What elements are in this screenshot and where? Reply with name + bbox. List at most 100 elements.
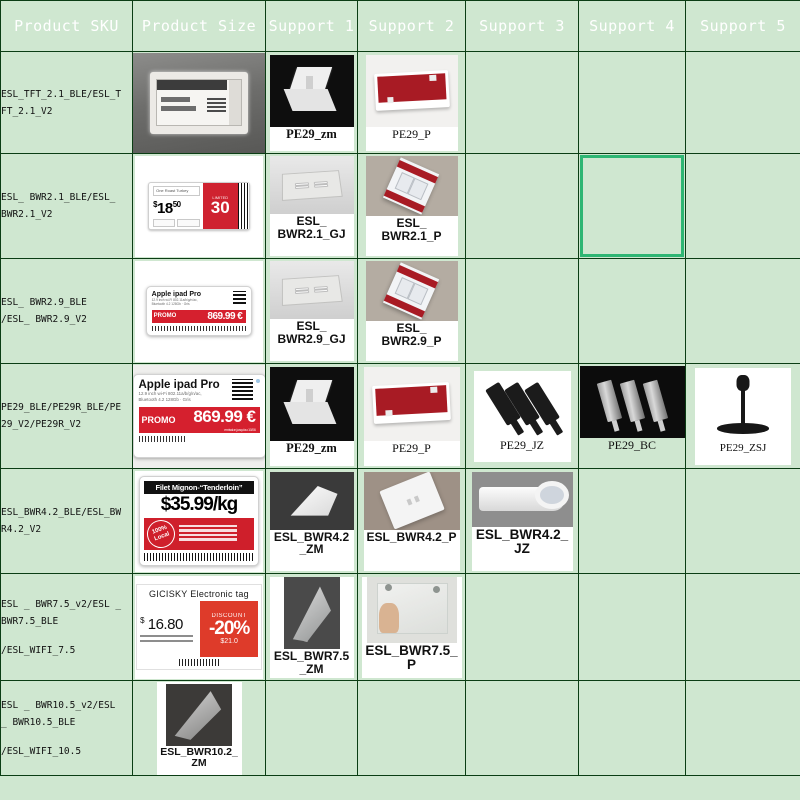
cell-support-3[interactable] [465, 680, 579, 776]
cell-support-1[interactable]: ESL_BWR4.2_ZM [265, 468, 358, 574]
gicisky-electronic-tag-photo: GICISKY Electronic tag $ 16.80 DISCOUNT … [135, 575, 263, 679]
support-caption: PE29_zm [286, 126, 337, 141]
cell-product-size[interactable] [132, 51, 266, 154]
cell-support-1[interactable]: ESL_BWR7.5_ZM [265, 573, 358, 681]
cell-support-4[interactable] [578, 680, 686, 776]
column-header-product-size[interactable]: Product Size [132, 0, 266, 52]
column-header-support-5[interactable]: Support 5 [685, 0, 800, 52]
esl-price-label-1850-photo: One Roast Turkey Breast $1850 LIMITED 30 [135, 155, 263, 257]
filet-mignon-label-photo: Filet Mignon-“Tenderloin” $35.99/kg 100%… [135, 470, 263, 572]
label-discount: 30 [210, 198, 230, 218]
support-caption: PE29_JZ [499, 437, 544, 452]
cell-product-sku[interactable]: ESL _ BWR10.5_v2/ESL _ BWR10.5_BLE /ESL_… [0, 680, 133, 776]
cell-support-5[interactable]: PE29_ZSJ [685, 363, 800, 469]
cell-support-3[interactable] [465, 51, 579, 154]
sku-blank-line [2, 630, 132, 642]
spreadsheet-sheet: Product SKU Product Size Support 1 Suppo… [0, 0, 800, 800]
column-header-product-sku[interactable]: Product SKU [0, 0, 133, 52]
label-cents: 50 [172, 199, 181, 209]
sku-line: BWR2.1_V2 [1, 209, 53, 220]
cell-support-2[interactable]: ESL_ BWR2.9_P [357, 258, 466, 364]
pe29-zm-photo [269, 54, 354, 127]
esl-bwr75-p-photo [366, 576, 457, 643]
table-row: ESL _ BWR7.5_v2/ESL _ BWR7.5_BLE /ESL_WI… [0, 573, 800, 681]
cell-product-size[interactable]: Filet Mignon-“Tenderloin” $35.99/kg 100%… [132, 468, 266, 574]
cell-product-sku[interactable]: ESL _ BWR7.5_v2/ESL _ BWR7.5_BLE /ESL_WI… [0, 573, 133, 681]
esl-bwr42-jz-photo [471, 471, 573, 527]
cell-support-2[interactable]: ESL_BWR4.2_P [357, 468, 466, 574]
column-header-support-1[interactable]: Support 1 [265, 0, 358, 52]
column-header-support-4[interactable]: Support 4 [578, 0, 686, 52]
support-caption: PE29_P [392, 126, 431, 141]
sku-line: ESL _ BWR7.5_v2/ESL _ [1, 598, 122, 610]
cell-support-3[interactable]: ESL_BWR4.2_JZ [465, 468, 579, 574]
cell-support-3[interactable] [465, 258, 579, 364]
cell-support-4[interactable] [578, 573, 686, 681]
cell-support-5[interactable] [685, 468, 800, 574]
cell-product-sku[interactable]: ESL_ BWR2.9_BLE /ESL_ BWR2.9_V2 [0, 258, 133, 364]
cell-support-4[interactable]: PE29_BC [578, 363, 686, 469]
sku-line: ESL_TFT_2.1_BLE/ESL_T [1, 88, 122, 100]
cell-product-size[interactable]: GICISKY Electronic tag $ 16.80 DISCOUNT … [132, 573, 266, 681]
cell-support-4[interactable] [578, 51, 686, 154]
esl-bwr42-p-photo [363, 471, 460, 530]
cell-support-5[interactable] [685, 573, 800, 681]
cell-support-3[interactable] [465, 153, 579, 259]
sku-line: /ESL_WIFI_10.5 [1, 745, 82, 757]
cell-product-sku[interactable]: ESL_TFT_2.1_BLE/ESL_T FT_2.1_V2 [0, 51, 133, 154]
column-header-support-2[interactable]: Support 2 [357, 0, 466, 52]
label-price: 869.99 € [207, 310, 243, 322]
cell-support-4[interactable] [578, 258, 686, 364]
cell-support-1[interactable]: PE29_zm [265, 363, 358, 469]
table-row: ESL_TFT_2.1_BLE/ESL_T FT_2.1_V2 PE29_zm … [0, 51, 800, 154]
sku-line: PE29_BLE/PE29R_BLE/PE [1, 402, 122, 413]
cell-product-sku[interactable]: ESL_BWR4.2_BLE/ESL_BW R4.2_V2 [0, 468, 133, 574]
sku-line: BWR7.5_BLE [1, 615, 59, 627]
apple-ipad-pro-label-large-photo: Apple ipad Pro 12.9 inch wi‑Fi 802.11a/b… [133, 364, 265, 468]
cell-support-3[interactable]: PE29_JZ [465, 363, 579, 469]
cell-product-sku[interactable]: PE29_BLE/PE29R_BLE/PE 29_V2/PE29R_V2 [0, 363, 133, 469]
cell-product-size[interactable]: One Roast Turkey Breast $1850 LIMITED 30 [132, 153, 266, 259]
cell-support-2[interactable]: PE29_P [357, 51, 466, 154]
pe29-zm-photo [269, 366, 354, 441]
esl-bwr21-p-photo [365, 156, 458, 216]
cell-support-5[interactable] [685, 51, 800, 154]
label-price: $35.99/kg [160, 493, 239, 515]
cell-support-1[interactable]: ESL_ BWR2.9_GJ [265, 258, 358, 364]
cell-support-5[interactable] [685, 153, 800, 259]
table-row: PE29_BLE/PE29R_BLE/PE 29_V2/PE29R_V2 App… [0, 363, 800, 469]
sku-line: ESL _ BWR10.5_v2/ESL [1, 699, 116, 711]
cell-support-4-selected[interactable] [578, 153, 686, 259]
label-price: 16.80 [147, 615, 184, 633]
cell-support-5[interactable] [685, 258, 800, 364]
cell-support-3[interactable] [465, 573, 579, 681]
label-note: emission jusqu’au 10/06 [224, 427, 256, 433]
cell-support-1[interactable] [265, 680, 358, 776]
cell-product-sku[interactable]: ESL_ BWR2.1_BLE/ESL_ BWR2.1_V2 [0, 153, 133, 259]
cell-support-2[interactable]: ESL_ BWR2.1_P [357, 153, 466, 259]
sku-line: ESL_BWR4.2_BLE/ESL_BW [1, 507, 122, 518]
cell-product-size[interactable]: Apple ipad Pro 12.9 inch wi‑Fi 802.11a/b… [132, 258, 266, 364]
cell-support-5[interactable] [685, 680, 800, 776]
table-row: ESL_BWR4.2_BLE/ESL_BW R4.2_V2 Filet Mign… [0, 468, 800, 574]
cell-product-size[interactable]: Apple ipad Pro 12.9 inch wi‑Fi 802.11a/b… [132, 363, 266, 469]
apple-ipad-pro-label-photo: Apple ipad Pro 12.9 inch wi‑Fi 802.11a/b… [135, 260, 263, 362]
cell-support-2[interactable] [357, 680, 466, 776]
cell-support-2[interactable]: ESL_BWR7.5_P [357, 573, 466, 681]
product-support-matrix-table: Product SKU Product Size Support 1 Suppo… [0, 0, 800, 776]
support-caption: ESL_BWR7.5_P [365, 642, 458, 672]
cell-support-1[interactable]: ESL_ BWR2.1_GJ [265, 153, 358, 259]
table-header-row: Product SKU Product Size Support 1 Suppo… [0, 0, 800, 52]
label-spec: Bluetooth 4.2 128Gb · Gris [138, 397, 191, 403]
label-title: Apple ipad Pro [138, 378, 220, 391]
pe29-p-photo [365, 54, 458, 127]
cell-support-1[interactable]: PE29_zm [265, 51, 358, 154]
cell-product-size[interactable]: ESL_BWR10.2_ZM [132, 680, 266, 776]
esl-bwr29-gj-photo [269, 261, 354, 319]
cell-support-4[interactable] [578, 468, 686, 574]
column-header-support-3[interactable]: Support 3 [465, 0, 579, 52]
table-row: ESL_ BWR2.1_BLE/ESL_ BWR2.1_V2 One Roast… [0, 153, 800, 259]
support-caption: ESL_ BWR2.1_GJ [277, 214, 346, 241]
label-title: Apple ipad Pro [151, 290, 202, 298]
cell-support-2[interactable]: PE29_P [357, 363, 466, 469]
